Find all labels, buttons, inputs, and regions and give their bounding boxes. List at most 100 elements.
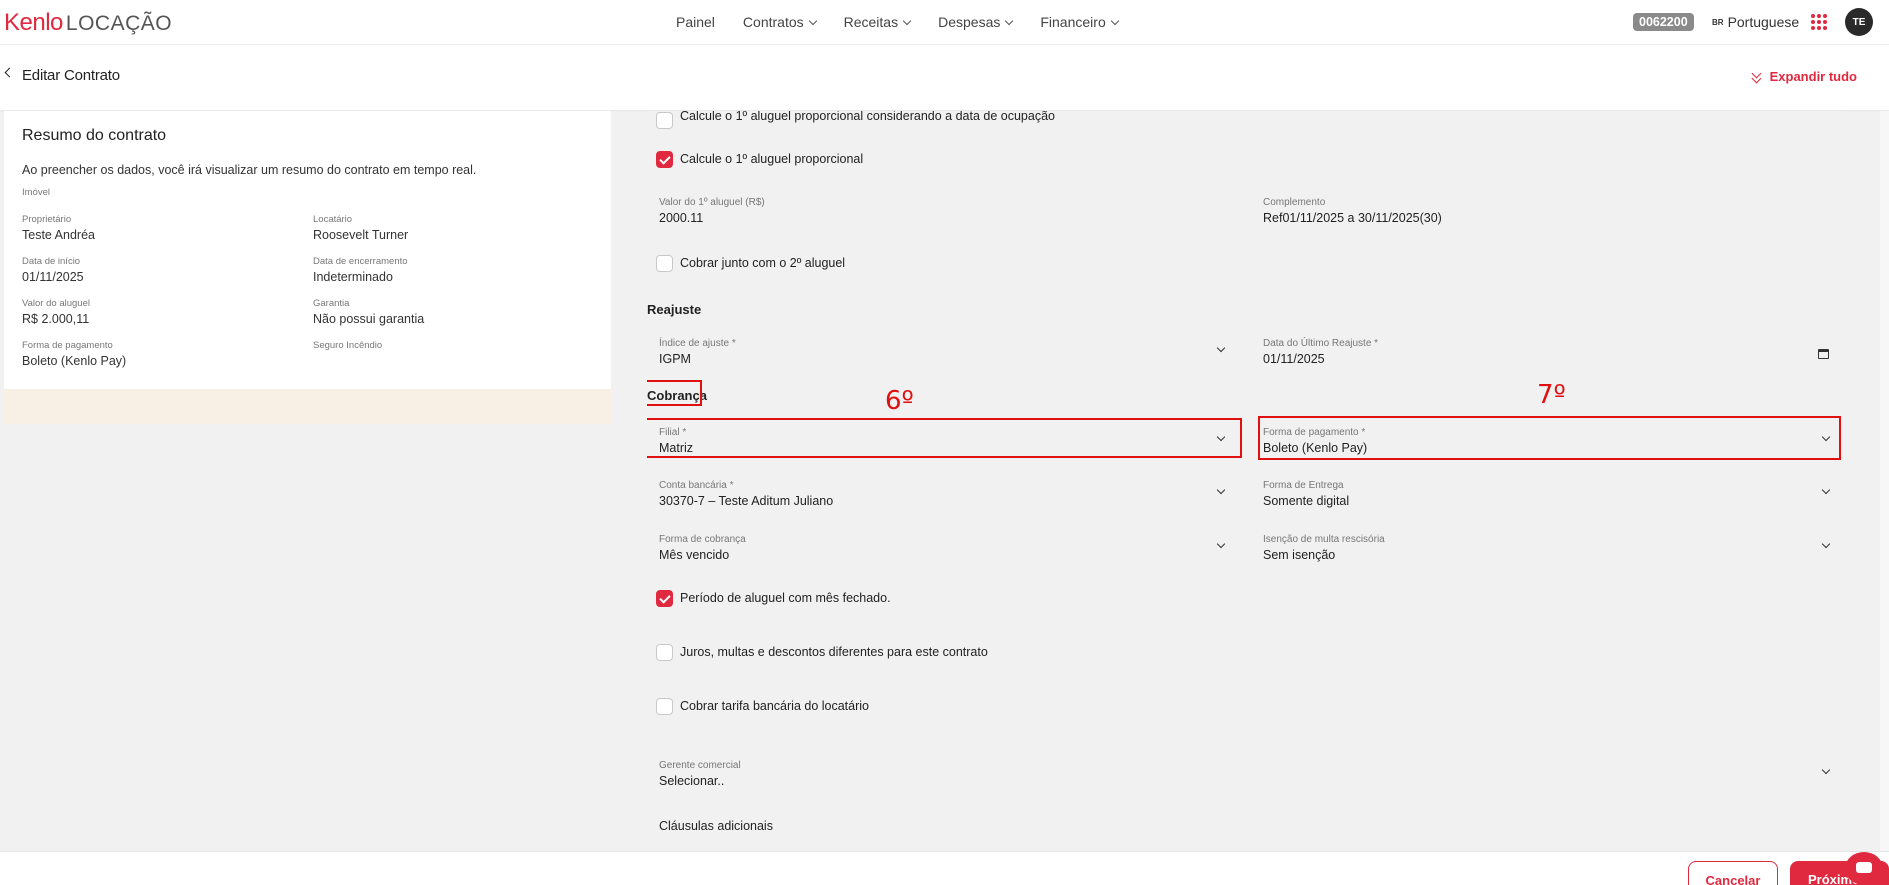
page-title: Editar Contrato <box>22 67 120 84</box>
conta-bancaria-select[interactable]: Conta bancária * 30370-7 – Teste Aditum … <box>647 471 1238 513</box>
chevron-down-icon <box>1821 485 1831 495</box>
data-ultimo-reajuste-field[interactable]: Data do Último Reajuste * 01/11/2025 <box>1251 329 1842 371</box>
field-label: Data do Último Reajuste * <box>1263 338 1379 349</box>
main-menu: Painel Contratos Receitas Despesas Finan… <box>676 14 1119 30</box>
checkbox-label: Período de aluguel com mês fechado. <box>680 591 891 605</box>
nav-item-receitas[interactable]: Receitas <box>844 14 912 30</box>
field-value: 2000.11 <box>659 211 704 225</box>
contract-summary-panel: Resumo do contrato Ao preencher os dados… <box>4 111 611 389</box>
summary-field-forma-pagamento: Forma de pagamento Boleto (Kenlo Pay) <box>22 340 127 368</box>
checkbox-checked[interactable] <box>656 151 673 168</box>
nav-item-financeiro[interactable]: Financeiro <box>1040 14 1119 30</box>
complemento-field[interactable]: Complemento Ref01/11/2025 a 30/11/2025(3… <box>1251 188 1842 230</box>
double-chevron-down-icon <box>1751 68 1762 83</box>
summary-field-garantia: Garantia Não possui garantia <box>313 298 425 326</box>
chevron-down-icon <box>808 16 817 25</box>
checkbox-row-cobrar-junto[interactable]: Cobrar junto com o 2º aluguel <box>647 242 1842 284</box>
brazil-flag-icon: BR <box>1712 17 1724 27</box>
chevron-down-icon <box>1821 765 1831 775</box>
summary-field-locatario: Locatário Roosevelt Turner <box>313 214 409 242</box>
checkbox-row-tarifa[interactable]: Cobrar tarifa bancária do locatário <box>647 685 1238 727</box>
summary-notice-bar <box>4 389 611 424</box>
calendar-icon[interactable] <box>1818 349 1829 359</box>
gerente-comercial-select[interactable]: Gerente comercial Selecionar.. <box>647 751 1842 793</box>
apps-grid-icon[interactable] <box>1811 14 1827 30</box>
language-selector[interactable]: BR Portuguese <box>1712 14 1799 30</box>
checkbox[interactable] <box>656 255 673 272</box>
summary-field-proprietario: Proprietário Teste Andréa <box>22 214 95 242</box>
cancel-button[interactable]: Cancelar <box>1688 861 1778 885</box>
checkbox-label: Cobrar tarifa bancária do locatário <box>680 699 869 713</box>
summary-description: Ao preencher os dados, você irá visualiz… <box>22 163 477 177</box>
summary-field-seguro-incendio: Seguro Incêndio <box>313 340 383 351</box>
summary-title: Resumo do contrato <box>22 127 167 144</box>
nav-label: Painel <box>676 14 715 30</box>
checkbox-label: Juros, multas e descontos diferentes par… <box>680 645 988 659</box>
chevron-down-icon <box>1821 539 1831 549</box>
valor-primeiro-aluguel-field[interactable]: Valor do 1º aluguel (R$) 2000.11 <box>647 188 1238 230</box>
clausulas-adicionais-field[interactable]: Cláusulas adicionais <box>647 805 1842 851</box>
logo-brand: Kenlo <box>4 9 63 36</box>
field-value: 30370-7 – Teste Aditum Juliano <box>659 494 834 508</box>
logo-product: LOCAÇÃO <box>65 12 173 35</box>
checkbox[interactable] <box>656 644 673 661</box>
indice-ajuste-select[interactable]: Índice de ajuste * IGPM <box>647 329 1238 371</box>
field-value: 01/11/2025 <box>1263 352 1325 366</box>
nav-item-contratos[interactable]: Contratos <box>742 14 817 30</box>
field-label: Isenção de multa rescisória <box>1263 534 1385 545</box>
chevron-down-icon <box>1216 485 1226 495</box>
chevron-down-icon <box>902 16 912 25</box>
chat-icon[interactable] <box>1845 852 1883 885</box>
chevron-down-icon <box>1216 343 1226 353</box>
checkbox[interactable] <box>656 698 673 715</box>
summary-field-data-encerramento: Data de encerramento Indeterminado <box>313 256 408 284</box>
nav-item-painel[interactable]: Painel <box>676 14 715 30</box>
page-header: Editar Contrato Expandir tudo <box>0 44 1889 110</box>
field-label: Forma de cobrança <box>659 534 746 545</box>
annotation-box-cobranca <box>647 380 702 406</box>
checkbox-row-proporcional[interactable]: Calcule o 1º aluguel proporcional <box>647 138 1842 180</box>
field-label: Forma de Entrega <box>1263 480 1344 491</box>
checkbox-row-juros[interactable]: Juros, multas e descontos diferentes par… <box>647 631 1842 673</box>
annotation-box-filial <box>647 418 1242 458</box>
section-title-reajuste: Reajuste <box>647 302 702 317</box>
chevron-down-icon <box>1005 16 1014 25</box>
checkbox-label: Calcule o 1º aluguel proporcional <box>680 152 864 166</box>
forma-entrega-select[interactable]: Forma de Entrega Somente digital <box>1251 471 1842 513</box>
field-label: Índice de ajuste * <box>659 338 736 349</box>
expand-all-label: Expandir tudo <box>1769 69 1857 84</box>
nav-label: Contratos <box>742 14 804 30</box>
field-value: Mês vencido <box>659 548 730 562</box>
field-value: Sem isenção <box>1263 548 1336 562</box>
forma-cobranca-select[interactable]: Forma de cobrança Mês vencido <box>647 525 1238 567</box>
bottom-action-bar <box>0 851 1889 885</box>
nav-item-despesas[interactable]: Despesas <box>938 14 1014 30</box>
checkbox-label: Cobrar junto com o 2º aluguel <box>680 256 846 270</box>
top-navbar: Kenlo LOCAÇÃO Painel Contratos Receitas … <box>0 0 1889 44</box>
back-arrow-icon[interactable] <box>4 67 15 78</box>
checkbox-row-mes-fechado[interactable]: Período de aluguel com mês fechado. <box>647 577 1842 619</box>
scrollbar[interactable] <box>1880 111 1889 851</box>
field-label: Gerente comercial <box>659 760 741 771</box>
checkbox-row-proporcional-ocupacao[interactable]: Calcule o 1º aluguel proporcional consid… <box>647 111 1842 141</box>
checkbox-checked[interactable] <box>656 590 673 607</box>
field-value: Somente digital <box>1263 494 1350 508</box>
field-label: Valor do 1º aluguel (R$) <box>659 197 765 208</box>
checkbox[interactable] <box>656 112 673 129</box>
chevron-down-icon <box>1216 539 1226 549</box>
summary-fields: Proprietário Teste Andréa Locatário Roosev… <box>22 214 593 368</box>
summary-field-data-inicio: Data de início 01/11/2025 <box>22 256 84 284</box>
summary-field-valor-aluguel: Valor do aluguel R$ 2.000,11 <box>22 298 90 326</box>
isencao-multa-select[interactable]: Isenção de multa rescisória Sem isenção <box>1251 525 1842 567</box>
expand-all-button[interactable]: Expandir tudo <box>1751 68 1857 84</box>
field-label: Conta bancária * <box>659 480 734 491</box>
language-label: Portuguese <box>1727 14 1800 30</box>
field-value: Ref01/11/2025 a 30/11/2025(30) <box>1263 211 1442 225</box>
annotation-box-forma-pagamento <box>1258 416 1841 460</box>
contract-form: Calcule o 1º aluguel proporcional consid… <box>647 111 1842 851</box>
annotation-six: 6º <box>885 386 914 416</box>
kenlo-logo[interactable]: Kenlo LOCAÇÃO <box>4 9 172 37</box>
user-avatar[interactable]: TE <box>1845 8 1873 36</box>
nav-label: Financeiro <box>1040 14 1106 30</box>
field-value: IGPM <box>659 352 691 366</box>
